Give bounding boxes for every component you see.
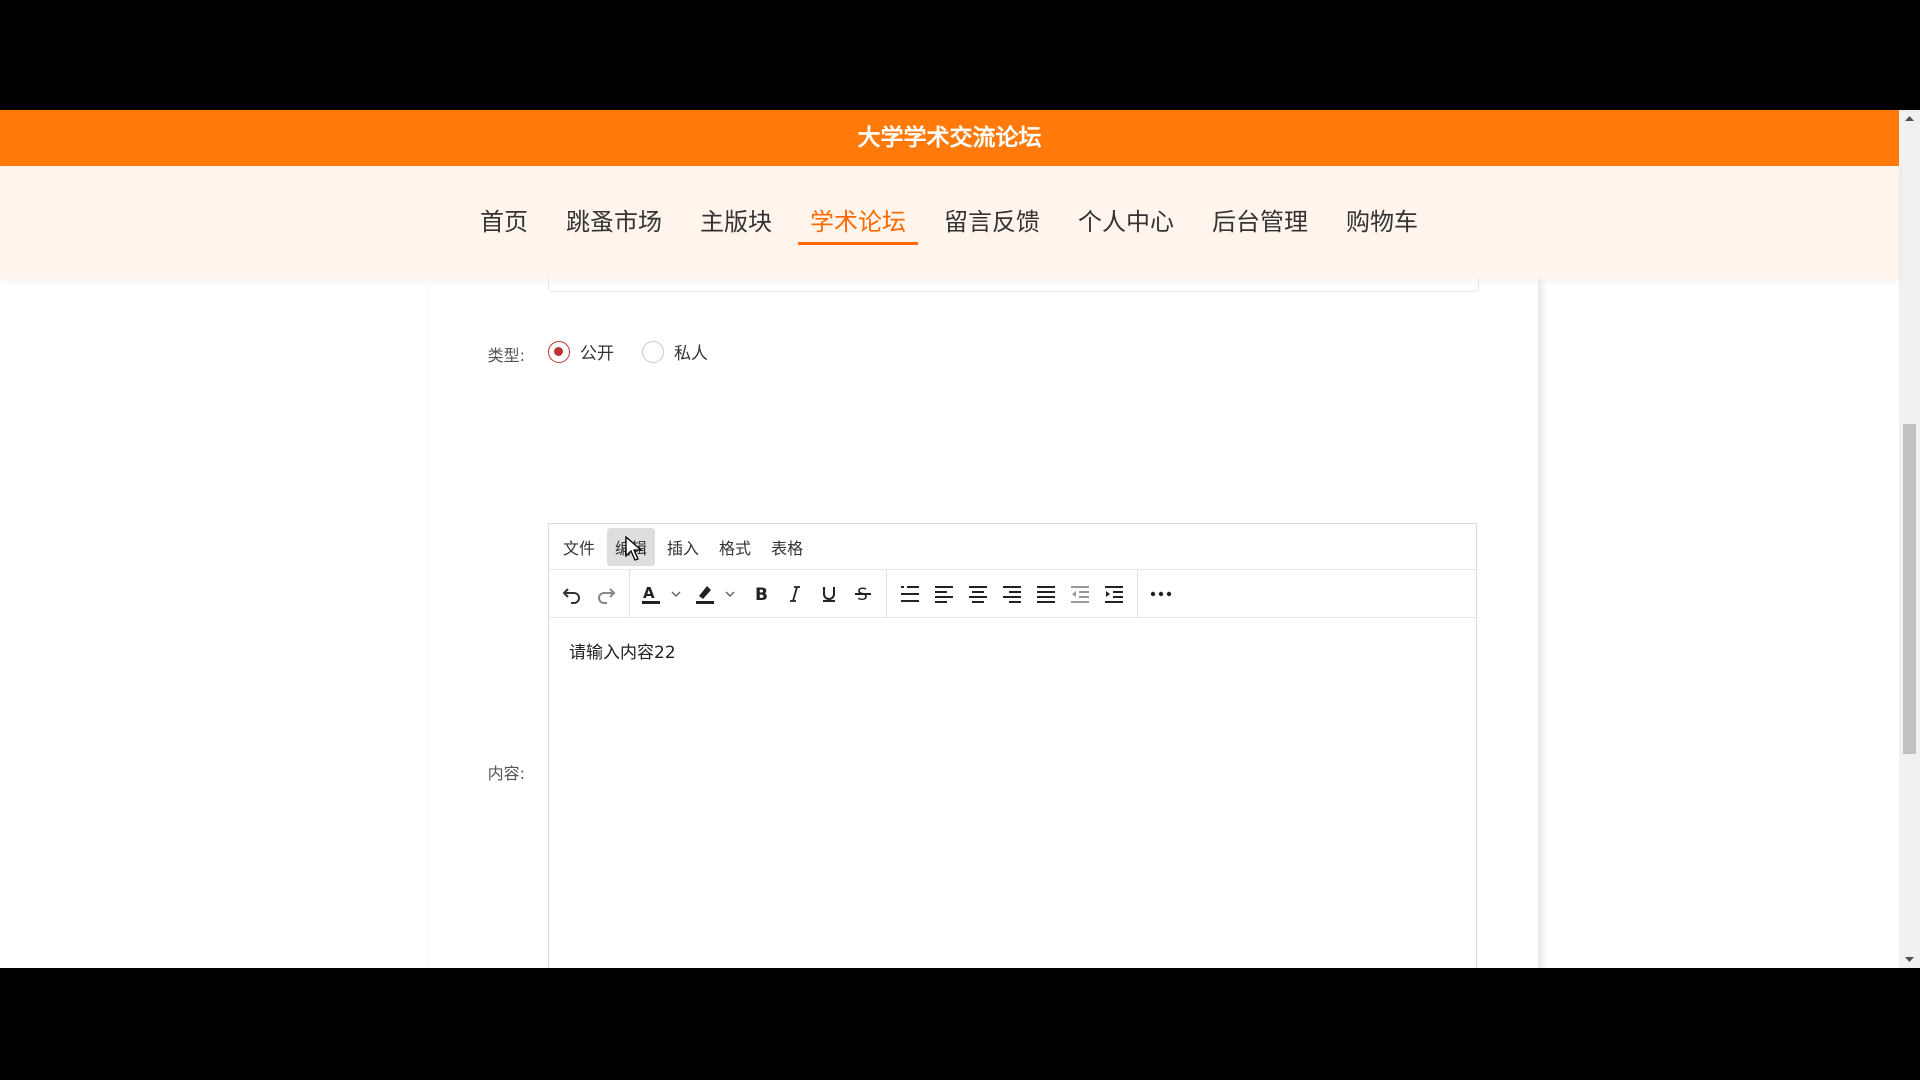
- post-form: 类型: 公开 私人 内容: 文件 编辑 插入 格式 表格 A B 请输入内容22: [430, 279, 1538, 968]
- nav-item-personal-center[interactable]: 个人中心: [1066, 166, 1186, 279]
- paragraph-group: [886, 570, 1137, 617]
- align-center-icon[interactable]: [961, 577, 995, 611]
- align-left-icon[interactable]: [927, 577, 961, 611]
- nav-item-academic-forum[interactable]: 学术论坛: [798, 166, 918, 279]
- line-height-icon[interactable]: [893, 577, 927, 611]
- scroll-up-icon[interactable]: [1899, 110, 1920, 128]
- menu-table[interactable]: 表格: [763, 528, 811, 566]
- nav-item-cart[interactable]: 购物车: [1334, 166, 1430, 279]
- editor-menubar: 文件 编辑 插入 格式 表格: [549, 524, 1476, 570]
- menu-format[interactable]: 格式: [711, 528, 759, 566]
- svg-text:A: A: [643, 584, 655, 602]
- rich-text-editor: 文件 编辑 插入 格式 表格 A B 请输入内容22: [548, 523, 1477, 968]
- strikethrough-icon[interactable]: S: [846, 577, 880, 611]
- nav-item-flea-market[interactable]: 跳蚤市场: [554, 166, 674, 279]
- type-radio-group: 公开 私人: [548, 339, 736, 364]
- scrollbar-thumb[interactable]: [1903, 424, 1916, 754]
- editor-toolbar: A B S: [549, 570, 1476, 618]
- page-scrollbar[interactable]: [1899, 110, 1920, 968]
- nav-item-home[interactable]: 首页: [468, 166, 540, 279]
- editor-content-area[interactable]: 请输入内容22: [549, 618, 1476, 683]
- browser-viewport: 大学学术交流论坛 首页 跳蚤市场 主版块 学术论坛 留言反馈 个人中心 后台管理…: [0, 110, 1920, 968]
- text-color-icon[interactable]: A: [636, 577, 690, 611]
- scroll-down-icon[interactable]: [1899, 950, 1920, 968]
- indent-icon[interactable]: [1097, 577, 1131, 611]
- align-right-icon[interactable]: [995, 577, 1029, 611]
- nav-item-main-section[interactable]: 主版块: [688, 166, 784, 279]
- nav-list: 首页 跳蚤市场 主版块 学术论坛 留言反馈 个人中心 后台管理 购物车: [468, 166, 1444, 279]
- menu-edit[interactable]: 编辑: [607, 527, 656, 566]
- svg-text:B: B: [755, 585, 768, 604]
- align-justify-icon[interactable]: [1029, 577, 1063, 611]
- main-nav: 首页 跳蚤市场 主版块 学术论坛 留言反馈 个人中心 后台管理 购物车: [0, 166, 1899, 279]
- type-label: 类型:: [487, 346, 525, 365]
- title-input[interactable]: [548, 279, 1479, 292]
- content-label: 内容:: [487, 764, 525, 783]
- nav-item-feedback[interactable]: 留言反馈: [932, 166, 1052, 279]
- history-group: [555, 570, 629, 617]
- underline-icon[interactable]: [812, 577, 846, 611]
- bold-icon[interactable]: B: [744, 577, 778, 611]
- radio-private-label: 私人: [674, 344, 708, 364]
- more-icon[interactable]: [1144, 577, 1178, 611]
- color-group: A B S: [629, 570, 886, 617]
- site-title-bar: 大学学术交流论坛: [0, 110, 1899, 166]
- highlight-color-icon[interactable]: [690, 577, 744, 611]
- more-group: [1137, 570, 1184, 617]
- radio-public[interactable]: 公开: [548, 339, 614, 364]
- radio-public-label: 公开: [580, 344, 614, 364]
- site-title: 大学学术交流论坛: [857, 125, 1042, 151]
- editor-content-text: 请输入内容22: [569, 643, 676, 663]
- radio-circle-checked: [548, 340, 570, 363]
- redo-icon[interactable]: [589, 577, 623, 611]
- menu-insert[interactable]: 插入: [659, 528, 707, 566]
- radio-circle: [642, 340, 664, 363]
- italic-icon[interactable]: [778, 577, 812, 611]
- nav-item-admin[interactable]: 后台管理: [1200, 166, 1320, 279]
- menu-file[interactable]: 文件: [555, 528, 603, 566]
- radio-private[interactable]: 私人: [642, 339, 708, 364]
- outdent-icon[interactable]: [1063, 577, 1097, 611]
- undo-icon[interactable]: [555, 577, 589, 611]
